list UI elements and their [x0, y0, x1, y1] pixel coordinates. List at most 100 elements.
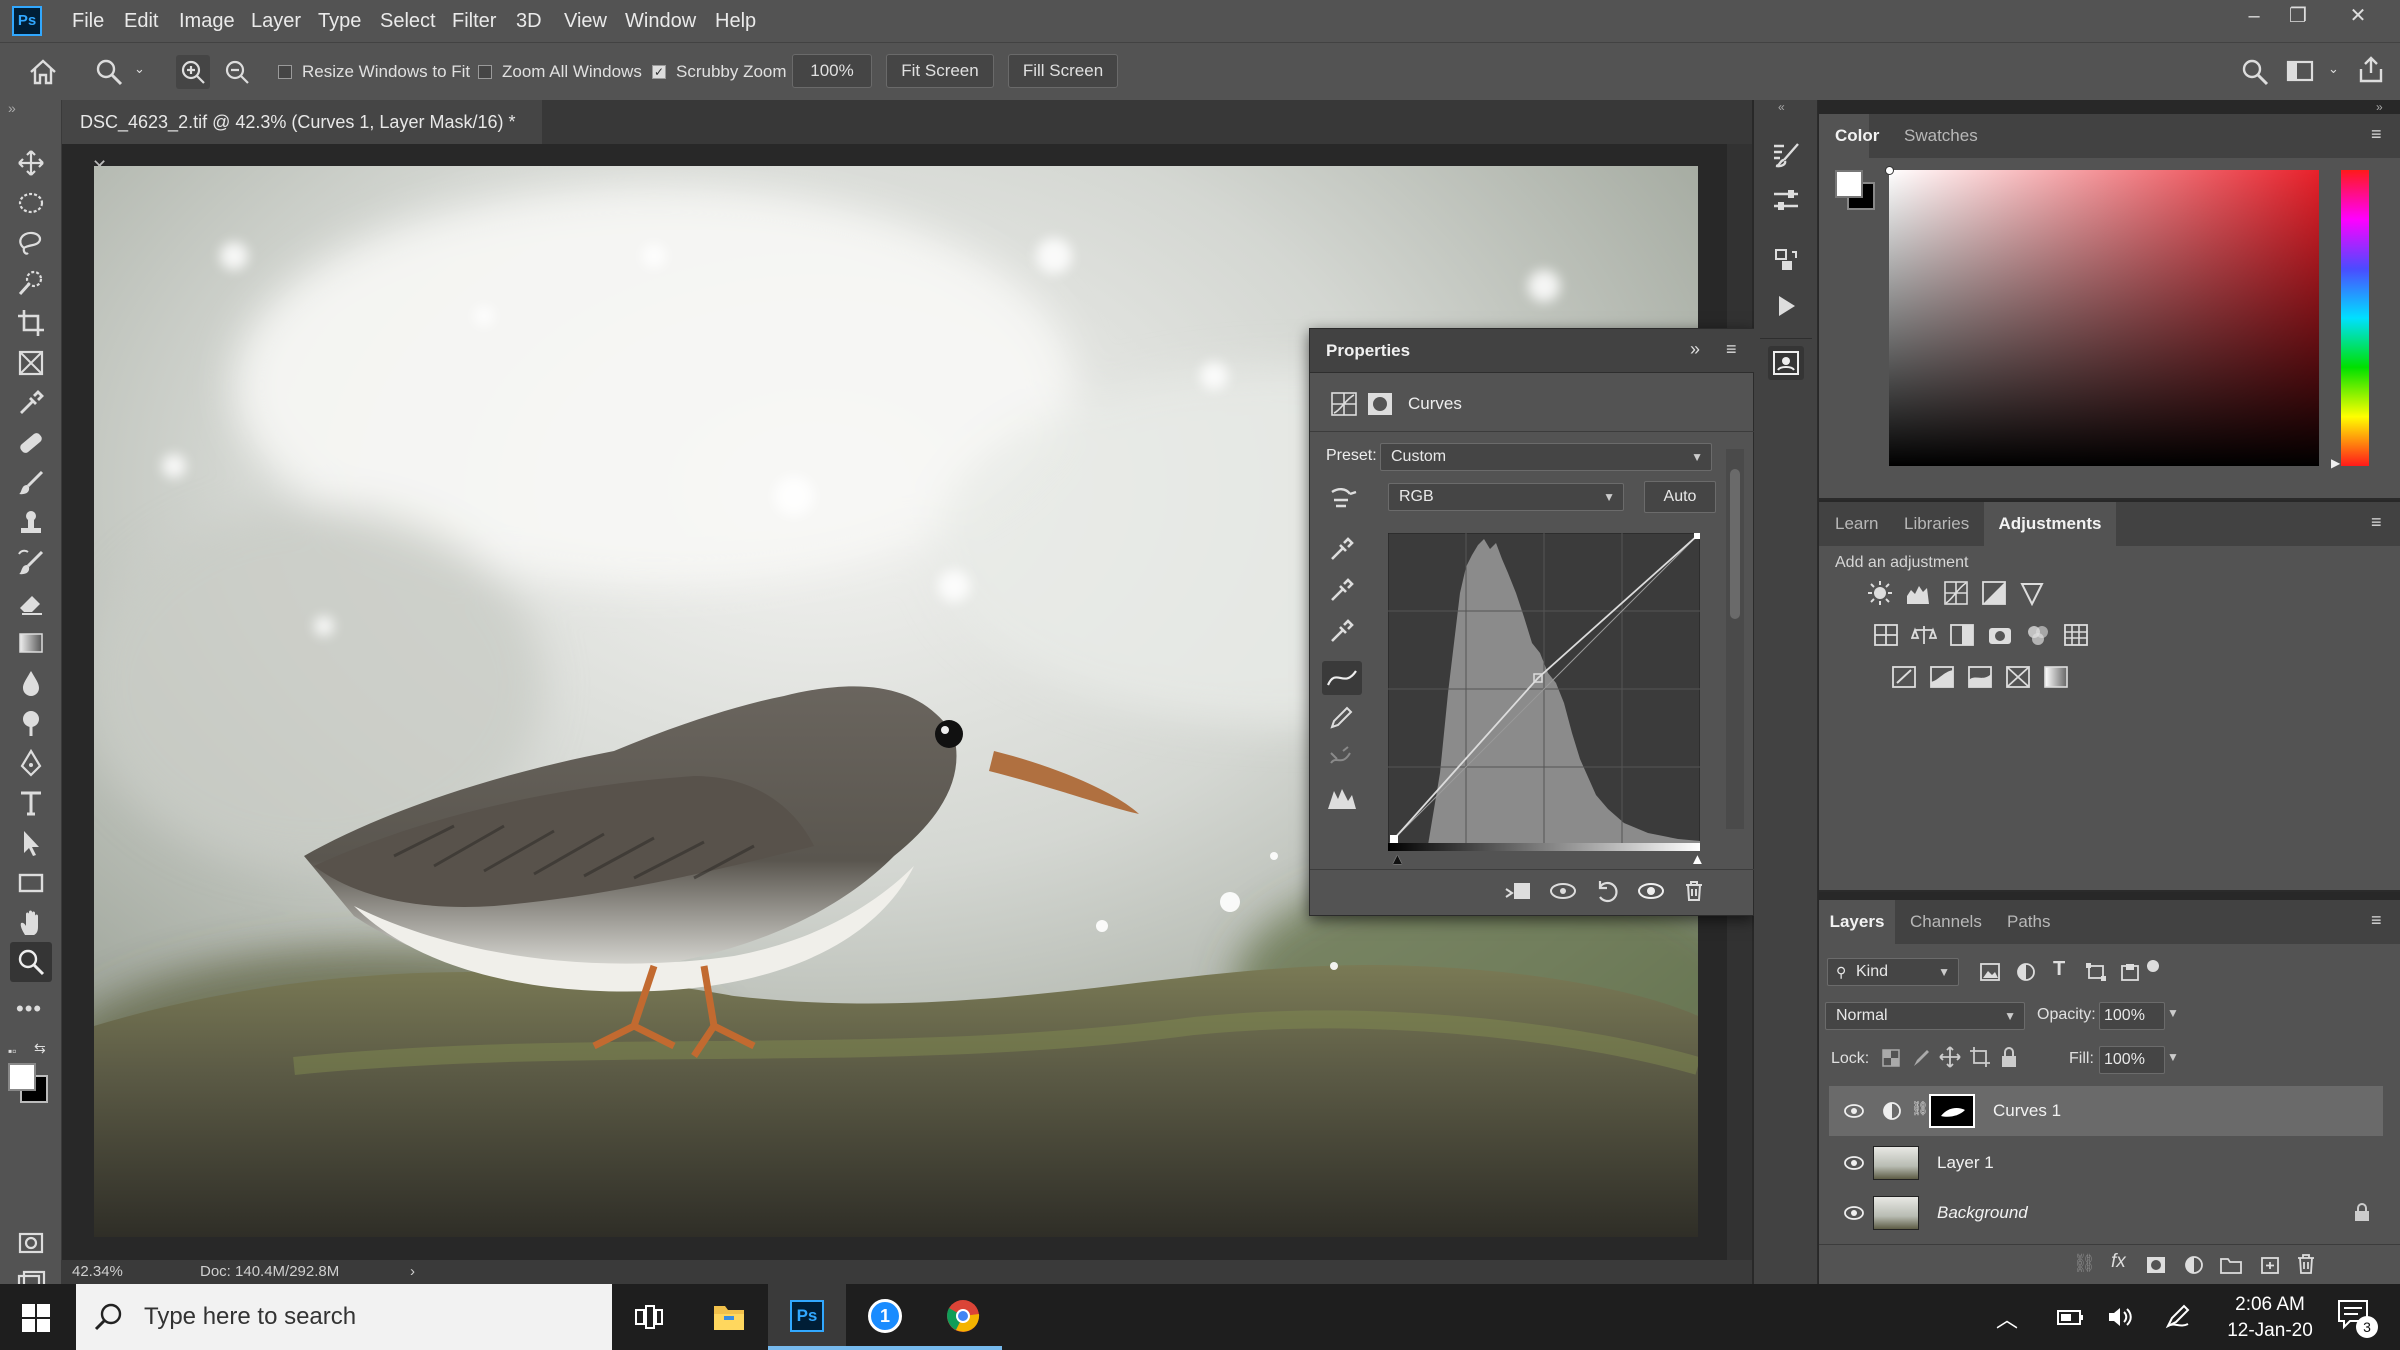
black-white-icon[interactable]	[1949, 622, 1975, 648]
more-tools-icon[interactable]: •••	[16, 996, 42, 1022]
zoom-tool-active[interactable]	[10, 942, 52, 982]
blur-tool-icon[interactable]	[16, 668, 46, 698]
zoom-level[interactable]: 42.34%	[72, 1260, 123, 1284]
show-hidden-icons-icon[interactable]: ︿	[1996, 1302, 2018, 1334]
delete-layer-icon[interactable]	[2295, 1253, 2317, 1275]
workspace-icon[interactable]	[2286, 59, 2314, 83]
threshold-icon[interactable]	[1967, 664, 1993, 690]
layer-row-curves[interactable]: ⛓ Curves 1	[1829, 1086, 2383, 1136]
filter-shape-icon[interactable]	[2085, 962, 2107, 982]
chrome-button[interactable]	[924, 1284, 1002, 1350]
pen-workspace-icon[interactable]	[2164, 1304, 2192, 1330]
filter-toggle-icon[interactable]	[2147, 960, 2159, 972]
menu-help[interactable]: Help	[715, 0, 756, 42]
auto-button[interactable]: Auto	[1644, 481, 1716, 513]
preset-dropdown[interactable]: Custom ▼	[1380, 443, 1712, 471]
clipping-warning-icon[interactable]	[1326, 785, 1358, 811]
path-selection-tool-icon[interactable]	[16, 828, 46, 858]
panel-menu-icon[interactable]: ≡	[2371, 910, 2382, 931]
foreground-color-swatch[interactable]	[8, 1063, 36, 1091]
add-mask-icon[interactable]	[2145, 1255, 2167, 1275]
selective-color-icon[interactable]	[2005, 664, 2031, 690]
targeted-adjustment-icon[interactable]	[1328, 484, 1358, 510]
volume-icon[interactable]	[2106, 1304, 2134, 1330]
eyedropper-tool-icon[interactable]	[16, 388, 46, 418]
search-icon[interactable]	[2240, 57, 2270, 87]
visibility-eye-icon[interactable]	[1843, 1204, 1865, 1222]
action-center-button[interactable]: 3	[2336, 1298, 2386, 1338]
lock-artboard-icon[interactable]	[1969, 1046, 1991, 1068]
properties-toggle-icon[interactable]	[1770, 186, 1802, 214]
actions-play-icon[interactable]	[1770, 292, 1802, 320]
tab-adjustments[interactable]: Adjustments	[1984, 502, 2116, 546]
type-tool-icon[interactable]	[16, 788, 46, 818]
filter-smart-object-icon[interactable]	[2119, 962, 2141, 982]
expand-dock-icon[interactable]: «	[1778, 100, 1785, 114]
lasso-tool-icon[interactable]	[16, 228, 46, 258]
fit-screen-button[interactable]: Fit Screen	[886, 54, 994, 88]
lock-position-icon[interactable]	[1939, 1046, 1961, 1068]
home-icon[interactable]	[28, 59, 58, 85]
move-tool-icon[interactable]	[16, 148, 46, 178]
fill-field[interactable]: 100%	[2099, 1046, 2165, 1074]
link-icon[interactable]: ⛓	[1911, 1100, 1929, 1117]
kind-filter-dropdown[interactable]: ⚲ Kind ▼	[1827, 958, 1959, 986]
clip-to-layer-icon[interactable]	[1504, 879, 1532, 903]
chevron-down-icon[interactable]: ⌄	[134, 61, 145, 77]
white-slider-icon[interactable]: ▲	[1690, 851, 1705, 868]
menu-filter[interactable]: Filter	[452, 0, 496, 42]
brush-tool-icon[interactable]	[16, 468, 46, 498]
invert-icon[interactable]	[1891, 664, 1917, 690]
lock-transparent-icon[interactable]	[1881, 1048, 1901, 1068]
menu-edit[interactable]: Edit	[124, 0, 158, 42]
zoom-out-icon[interactable]	[220, 55, 254, 89]
hue-marker-icon[interactable]: ▶	[2331, 456, 2340, 470]
zoom-all-checkbox[interactable]	[478, 65, 492, 79]
visibility-eye-icon[interactable]	[1843, 1102, 1865, 1120]
vibrance-icon[interactable]	[2019, 580, 2045, 606]
menu-select[interactable]: Select	[380, 0, 436, 42]
lock-image-icon[interactable]	[1911, 1048, 1931, 1068]
properties-header[interactable]: Properties » ≡	[1310, 329, 1755, 373]
hue-slider[interactable]	[2341, 170, 2369, 466]
black-slider-icon[interactable]: ▲	[1390, 851, 1405, 868]
restore-icon[interactable]: ❐	[2276, 0, 2320, 34]
menu-window[interactable]: Window	[625, 0, 696, 42]
windows-start-icon[interactable]	[22, 1304, 50, 1332]
crop-tool-icon[interactable]	[16, 308, 46, 338]
layer-mask-thumbnail[interactable]	[1929, 1094, 1975, 1128]
document-tab[interactable]: DSC_4623_2.tif @ 42.3% (Curves 1, Layer …	[62, 100, 542, 176]
menu-3d[interactable]: 3D	[516, 0, 542, 42]
link-layers-icon[interactable]: ⛓	[2073, 1253, 2096, 1274]
new-layer-icon[interactable]	[2259, 1255, 2281, 1275]
swap-colors-icon[interactable]: ⇆	[34, 1040, 46, 1057]
adjustment-curves-icon[interactable]	[1330, 391, 1358, 417]
battery-icon[interactable]	[2056, 1306, 2086, 1328]
healing-brush-tool-icon[interactable]	[16, 428, 46, 458]
scrubby-zoom-checkbox[interactable]: ✓	[652, 65, 666, 79]
pen-tool-icon[interactable]	[16, 748, 46, 778]
delete-icon[interactable]	[1682, 879, 1706, 903]
chevron-down-icon[interactable]: ▼	[2167, 1050, 2179, 1064]
curves-icon[interactable]	[1943, 580, 1969, 606]
quick-mask-icon[interactable]	[16, 1228, 46, 1258]
lock-all-icon[interactable]	[1999, 1046, 2019, 1068]
levels-icon[interactable]	[1905, 580, 1931, 606]
properties-scrollbar[interactable]	[1726, 449, 1744, 829]
brush-settings-icon[interactable]	[1770, 140, 1802, 168]
history-brush-tool-icon[interactable]	[16, 548, 46, 578]
zoom-percent-field[interactable]: 100%	[792, 54, 872, 88]
minimize-icon[interactable]: –	[2232, 0, 2276, 34]
pencil-icon[interactable]	[1328, 705, 1354, 731]
default-colors-icon[interactable]: ▪▫	[8, 1044, 17, 1058]
zoom-tool-icon[interactable]	[94, 57, 124, 87]
task-view-icon[interactable]	[634, 1304, 664, 1330]
fill-screen-button[interactable]: Fill Screen	[1008, 54, 1118, 88]
photoshop-taskbar-button[interactable]: Ps	[768, 1284, 846, 1350]
blend-mode-dropdown[interactable]: Normal ▼	[1825, 1002, 2025, 1030]
properties-dock-button[interactable]	[1768, 346, 1804, 380]
smooth-curve-icon[interactable]	[1328, 745, 1354, 771]
tab-layers[interactable]: Layers	[1819, 900, 1895, 944]
photo-filter-icon[interactable]	[1987, 622, 2013, 648]
opacity-field[interactable]: 100%	[2099, 1002, 2165, 1030]
